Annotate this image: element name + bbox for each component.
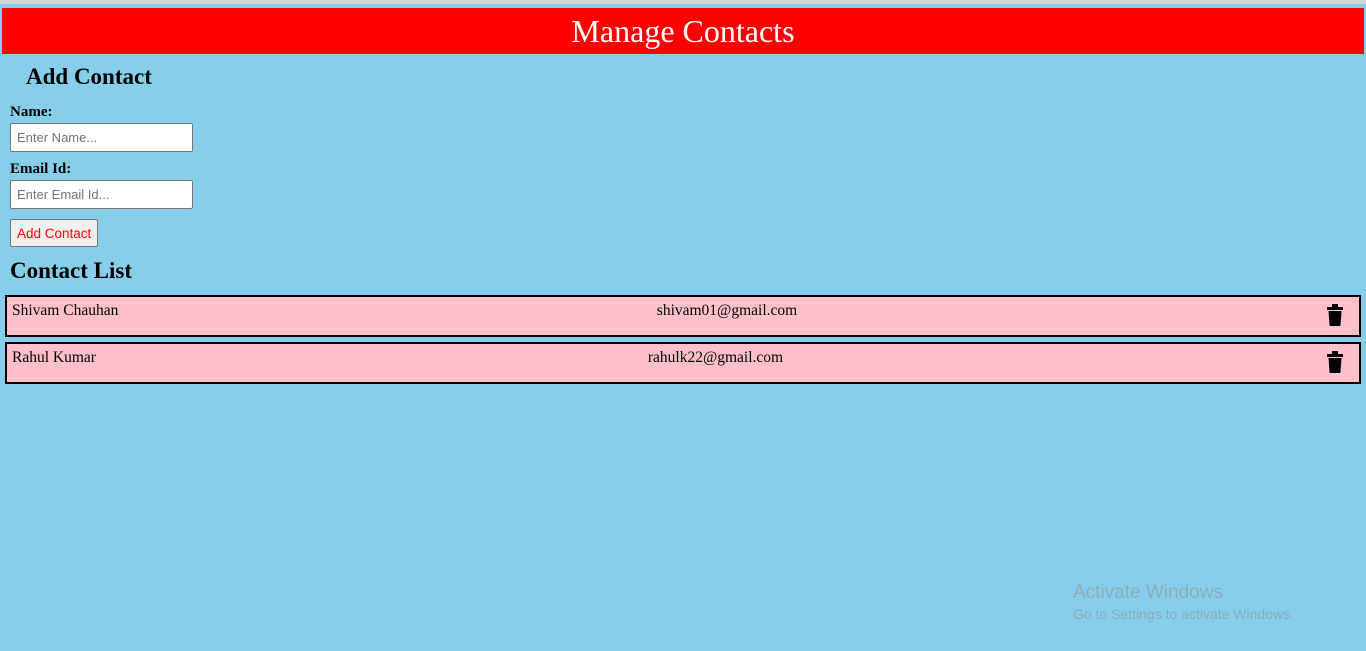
contact-list: Shivam Chauhan shivam01@gmail.com Rahul … — [5, 295, 1361, 389]
contact-email: shivam01@gmail.com — [656, 302, 798, 319]
email-label: Email Id: — [10, 161, 72, 177]
add-contact-heading: Add Contact — [26, 64, 152, 89]
watermark-title: Activate Windows — [1073, 582, 1223, 603]
trash-icon[interactable] — [1327, 304, 1343, 326]
contact-email: rahulk22@gmail.com — [647, 349, 784, 366]
page-header: Manage Contacts — [2, 8, 1364, 54]
watermark-subtitle: Go to Settings to activate Windows. — [1073, 606, 1294, 622]
name-input[interactable] — [10, 123, 193, 152]
name-label: Name: — [10, 104, 53, 120]
activate-windows-watermark: Activate Windows Go to Settings to activ… — [1073, 582, 1294, 624]
contact-item: Rahul Kumar rahulk22@gmail.com — [5, 342, 1361, 384]
contact-list-heading: Contact List — [10, 258, 133, 283]
contact-item: Shivam Chauhan shivam01@gmail.com — [5, 295, 1361, 337]
add-contact-button[interactable]: Add Contact — [10, 219, 99, 247]
email-input[interactable] — [10, 180, 193, 209]
page-title: Manage Contacts — [571, 13, 795, 49]
trash-icon[interactable] — [1327, 351, 1343, 373]
